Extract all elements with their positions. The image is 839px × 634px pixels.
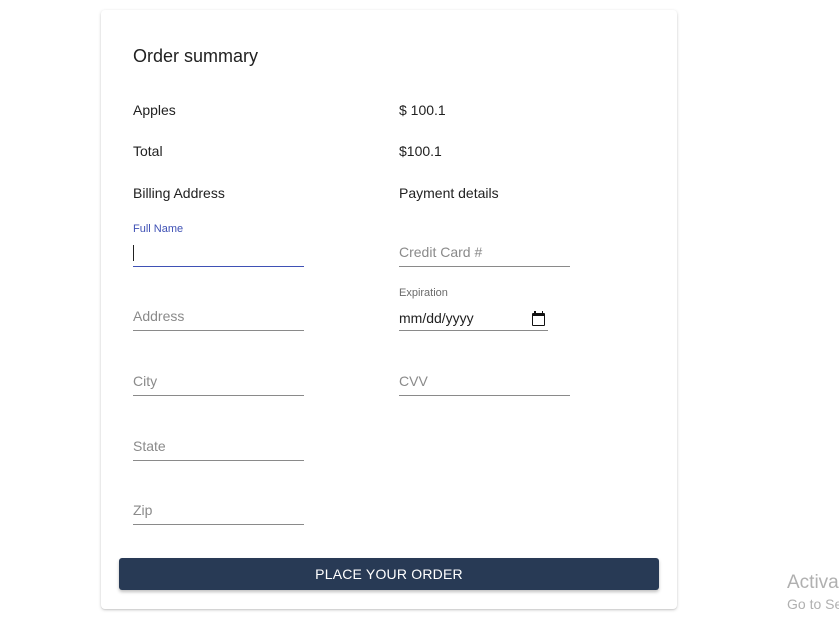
expiration-field[interactable]: Expiration mm/dd/yyyy bbox=[399, 287, 548, 331]
city-underline bbox=[133, 395, 304, 396]
total-label: Total bbox=[133, 143, 163, 159]
zip-field[interactable]: Zip bbox=[133, 485, 304, 525]
credit-card-placeholder: Credit Card # bbox=[399, 244, 483, 260]
expiration-underline bbox=[399, 330, 548, 331]
order-summary-title: Order summary bbox=[133, 46, 259, 66]
full-name-underline bbox=[133, 266, 304, 267]
cvv-underline bbox=[399, 395, 570, 396]
activate-windows-watermark: Activate Windows Go to Settings to activ… bbox=[787, 572, 839, 614]
item-price: $ 100.1 bbox=[399, 102, 446, 118]
address-underline bbox=[133, 330, 304, 331]
expiration-value: mm/dd/yyyy bbox=[399, 310, 474, 326]
address-field[interactable]: Address bbox=[133, 291, 304, 331]
full-name-field[interactable]: Full Name bbox=[133, 223, 304, 267]
full-name-label: Full Name bbox=[133, 223, 184, 235]
state-placeholder: State bbox=[133, 438, 166, 454]
credit-card-underline bbox=[399, 266, 570, 267]
item-name: Apples bbox=[133, 102, 176, 118]
address-placeholder: Address bbox=[133, 308, 185, 324]
credit-card-field[interactable]: Credit Card # bbox=[399, 227, 570, 267]
zip-placeholder: Zip bbox=[133, 502, 153, 518]
zip-underline bbox=[133, 524, 304, 525]
total-value: $100.1 bbox=[399, 143, 442, 159]
watermark-line1: Activate Windows bbox=[787, 572, 839, 593]
watermark-line2: Go to Settings to activate Windows. bbox=[787, 596, 839, 612]
state-underline bbox=[133, 460, 304, 461]
state-field[interactable]: State bbox=[133, 421, 304, 461]
billing-address-heading: Billing Address bbox=[133, 185, 225, 201]
city-placeholder: City bbox=[133, 373, 158, 389]
calendar-icon[interactable] bbox=[532, 311, 545, 326]
expiration-label: Expiration bbox=[399, 287, 448, 299]
city-field[interactable]: City bbox=[133, 356, 304, 396]
order-card: Order summary Apples $ 100.1 Total $100.… bbox=[101, 10, 677, 609]
cvv-field[interactable]: CVV bbox=[399, 356, 570, 396]
text-cursor bbox=[133, 245, 134, 261]
payment-details-heading: Payment details bbox=[399, 185, 499, 201]
place-order-button[interactable]: PLACE YOUR ORDER bbox=[119, 558, 659, 590]
cvv-placeholder: CVV bbox=[399, 373, 428, 389]
